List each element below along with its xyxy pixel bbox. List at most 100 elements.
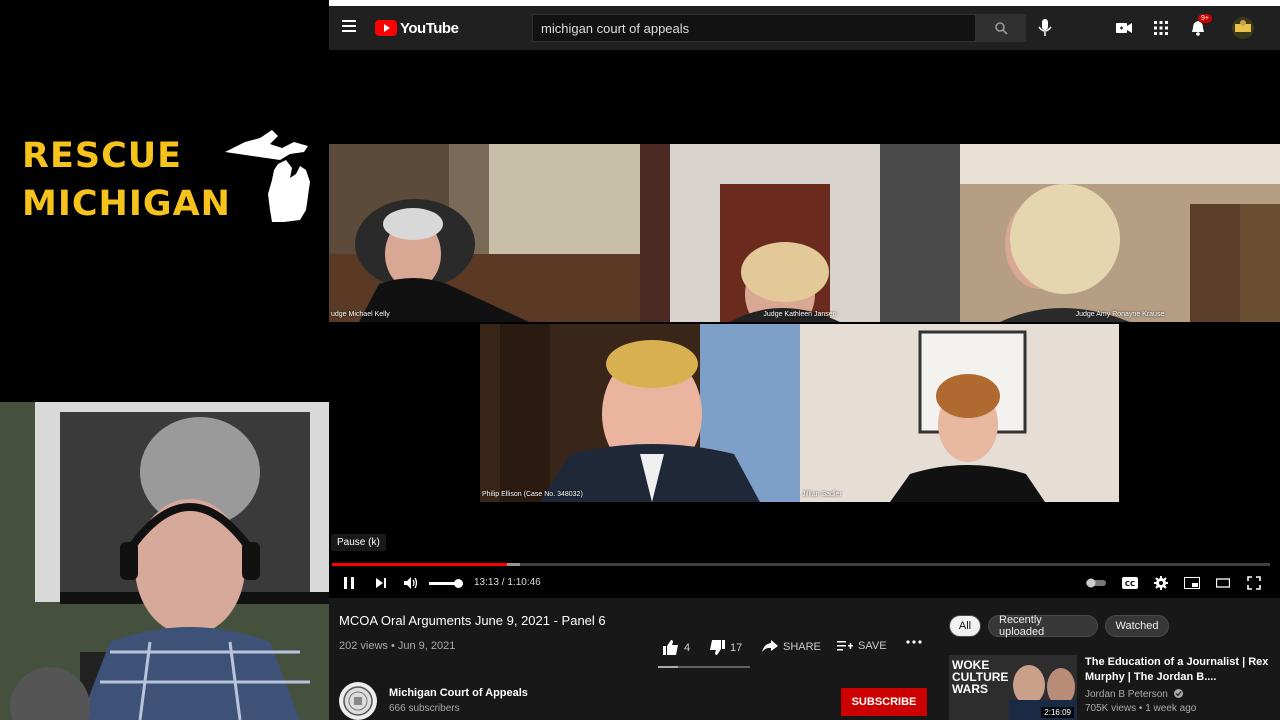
create-video-icon (1116, 23, 1132, 33)
participant-video-2 (640, 144, 960, 322)
thumbs-up-icon (663, 640, 678, 655)
participant-label: Philip Ellison (Case No. 348032) (482, 491, 583, 498)
save-label: SAVE (858, 640, 887, 652)
search-button[interactable] (976, 14, 1026, 42)
video-player[interactable]: udge Michael Kelly Judge Kathleen Jansen (329, 50, 1280, 598)
apps-button[interactable] (1149, 16, 1173, 40)
recommendation-title[interactable]: The Education of a Journalist | Rex Murp… (1085, 655, 1275, 685)
court-seal-icon (343, 686, 373, 716)
dislike-button[interactable]: 17 (709, 640, 742, 655)
share-button[interactable]: SHARE (762, 640, 821, 653)
channel-avatar[interactable] (339, 682, 377, 720)
participant-video-3 (960, 144, 1280, 322)
gear-icon (1154, 576, 1168, 590)
volume-knob[interactable] (453, 579, 463, 588)
share-icon (762, 640, 778, 652)
search-icon (995, 22, 1008, 35)
autoplay-toggle-icon (1086, 578, 1106, 588)
participant-label: Judge Amy Ronayne Krause (1075, 311, 1165, 318)
chip-watched[interactable]: Watched (1105, 615, 1169, 637)
chip-recently-uploaded[interactable]: Recently uploaded (988, 614, 1098, 638)
account-avatar-icon (1232, 17, 1254, 39)
recommendation-channel-name: Jordan B Peterson (1085, 689, 1168, 700)
thumbs-down-icon (710, 640, 725, 655)
pause-tooltip: Pause (k) (331, 534, 386, 551)
fullscreen-icon (1247, 576, 1261, 590)
like-ratio-fill (658, 666, 678, 668)
youtube-window: YouTube michigan court of appeals 9+ udg… (329, 0, 1280, 720)
dislike-count: 17 (730, 641, 743, 654)
time-display: 13:13 / 1:10:46 (474, 577, 541, 588)
channel-name[interactable]: Michigan Court of Appeals (389, 687, 528, 699)
recommendation-meta: 705K views • 1 week ago (1085, 703, 1197, 714)
participant-tile-1: udge Michael Kelly (329, 144, 640, 322)
pause-icon (344, 577, 354, 589)
participant-tile-4: Philip Ellison (Case No. 348032) (480, 324, 800, 502)
apps-grid-icon (1154, 21, 1168, 35)
progress-played (332, 563, 508, 566)
progress-bar[interactable] (332, 563, 1270, 566)
like-button[interactable]: 4 (663, 640, 690, 655)
chip-all[interactable]: All (949, 615, 981, 637)
notifications-button[interactable]: 9+ (1186, 14, 1212, 40)
video-meta: 202 views • Jun 9, 2021 (339, 640, 456, 652)
participant-label: Judge Kathleen Jansen (763, 311, 837, 318)
autoplay-toggle[interactable] (1085, 572, 1107, 594)
mute-button[interactable] (401, 572, 421, 594)
miniplayer-icon (1184, 577, 1200, 589)
youtube-play-icon (375, 20, 397, 36)
michigan-map-icon (225, 130, 310, 222)
brand-line-2: MICHIGAN (22, 184, 231, 224)
microphone-icon (1038, 19, 1052, 36)
thumbnail-text: WOKE CULTURE WARS (952, 658, 1009, 696)
pause-button[interactable] (339, 572, 359, 594)
captions-button[interactable]: CC (1119, 572, 1141, 594)
participant-video-5 (800, 324, 1119, 502)
save-button[interactable]: SAVE (837, 640, 887, 652)
fullscreen-button[interactable] (1243, 572, 1265, 594)
volume-icon (404, 577, 418, 589)
microphone-button[interactable] (1033, 16, 1057, 40)
youtube-header: YouTube michigan court of appeals 9+ (329, 6, 1280, 50)
search-input[interactable]: michigan court of appeals (532, 14, 976, 42)
video-duration: 2:16:09 (1041, 707, 1074, 718)
avatar[interactable] (1231, 16, 1255, 40)
recommendation-thumbnail[interactable]: WOKE CULTURE WARS 2:16:09 (949, 655, 1077, 720)
theater-mode-button[interactable] (1212, 572, 1234, 594)
menu-icon[interactable] (341, 18, 357, 34)
stream-overlay: RESCUE MICHIGAN (0, 0, 329, 720)
participant-video-4 (480, 324, 800, 502)
video-title: MCOA Oral Arguments June 9, 2021 - Panel… (339, 613, 606, 628)
verified-icon (1173, 689, 1183, 698)
create-button[interactable] (1112, 16, 1136, 40)
like-ratio-bar (658, 666, 750, 668)
theater-icon (1216, 578, 1230, 588)
webcam-feed (0, 402, 329, 720)
more-horizontal-icon (906, 640, 922, 644)
participant-tile-2: Judge Kathleen Jansen (640, 144, 960, 322)
participant-label: udge Michael Kelly (331, 311, 390, 318)
youtube-logo-text: YouTube (400, 19, 459, 37)
subscribe-button[interactable]: SUBSCRIBE (841, 688, 927, 716)
participant-tile-3: Judge Amy Ronayne Krause (960, 144, 1280, 322)
notification-badge: 9+ (1198, 14, 1212, 23)
next-icon (376, 578, 386, 588)
like-count: 4 (684, 641, 691, 654)
channel-subscribers: 666 subscribers (389, 703, 460, 714)
next-button[interactable] (371, 572, 391, 594)
miniplayer-button[interactable] (1181, 572, 1203, 594)
more-actions-button[interactable] (906, 640, 922, 644)
youtube-logo[interactable]: YouTube (375, 17, 459, 39)
settings-button[interactable] (1150, 572, 1172, 594)
participant-video-1 (329, 144, 640, 322)
brand-line-1: RESCUE (22, 136, 183, 176)
webcam-image (0, 402, 329, 720)
participant-tile-5: Jillian Sadler (800, 324, 1119, 502)
player-controls: 13:13 / 1:10:46 CC (329, 568, 1280, 598)
rescue-michigan-logo: RESCUE MICHIGAN (22, 130, 322, 230)
svg-text:CC: CC (1125, 580, 1135, 588)
participant-label: Jillian Sadler (802, 491, 842, 498)
captions-icon: CC (1122, 577, 1138, 589)
playlist-add-icon (837, 641, 853, 651)
share-label: SHARE (783, 640, 821, 653)
